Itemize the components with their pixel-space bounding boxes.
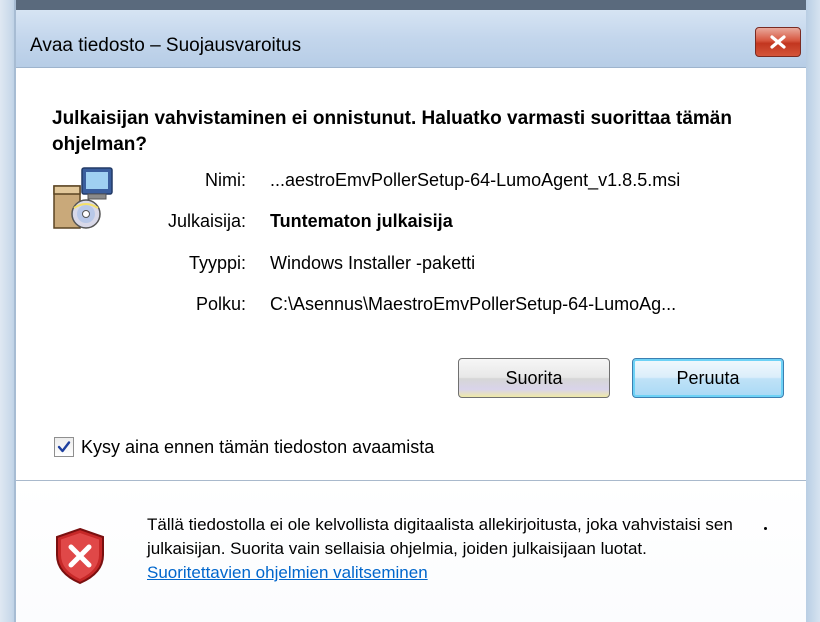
stray-dot	[764, 527, 767, 530]
field-publisher-value: Tuntematon julkaisija	[270, 211, 453, 231]
field-path-row: Polku: C:\Asennus\MaestroEmvPollerSetup-…	[16, 291, 806, 317]
always-ask-label[interactable]: Kysy aina ennen tämän tiedoston avaamist…	[81, 436, 434, 458]
title-bar[interactable]: Avaa tiedosto – Suojausvaroitus	[16, 10, 806, 68]
window-frame-top	[0, 0, 820, 10]
field-type-label: Tyyppi:	[188, 253, 246, 273]
choose-programs-link[interactable]: Suoritettavien ohjelmien valitseminen	[147, 563, 428, 582]
window-frame-right	[806, 0, 820, 622]
field-name-label: Nimi:	[205, 170, 246, 190]
checkmark-icon	[57, 441, 71, 453]
field-publisher-row: Julkaisija: Tuntematon julkaisija	[16, 208, 806, 234]
cancel-button[interactable]: Peruuta	[632, 358, 784, 398]
window-title: Avaa tiedosto – Suojausvaroitus	[30, 35, 302, 56]
security-shield-error-icon	[56, 527, 104, 585]
close-button[interactable]	[755, 27, 801, 57]
security-warning-text: Tällä tiedostolla ei ole kelvollista dig…	[147, 513, 747, 585]
close-icon	[770, 35, 786, 49]
field-name-row: Nimi: ...aestroEmvPollerSetup-64-LumoAge…	[16, 167, 806, 193]
security-warning-message: Tällä tiedostolla ei ole kelvollista dig…	[147, 515, 733, 558]
warning-headline: Julkaisijan vahvistaminen ei onnistunut.…	[52, 108, 732, 155]
always-ask-checkbox[interactable]	[54, 437, 74, 457]
field-type-row: Tyyppi: Windows Installer -paketti	[16, 250, 806, 276]
run-button[interactable]: Suorita	[458, 358, 610, 398]
dialog-body: Julkaisijan vahvistaminen ei onnistunut.…	[16, 68, 806, 622]
field-publisher-label: Julkaisija:	[167, 211, 246, 231]
field-path-label: Polku:	[195, 294, 246, 314]
field-type-value: Windows Installer -paketti	[270, 253, 476, 273]
field-name-value: ...aestroEmvPollerSetup-64-LumoAgent_v1.…	[270, 170, 681, 190]
security-footer: Tällä tiedostolla ei ole kelvollista dig…	[16, 481, 806, 622]
field-path-value: C:\Asennus\MaestroEmvPollerSetup-64-Lumo…	[270, 294, 677, 314]
